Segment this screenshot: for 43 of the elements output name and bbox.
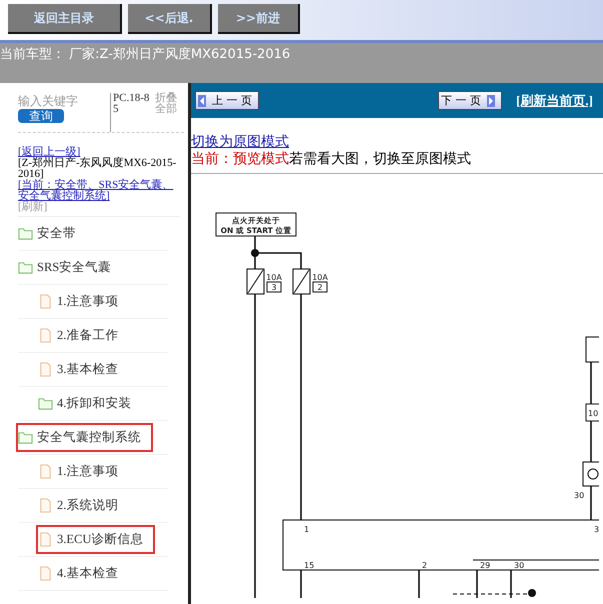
- pin-number: 2: [422, 561, 428, 570]
- preview-mode-notice: 当前：预览模式若需看大图，切换至原图模式: [191, 151, 472, 168]
- document-icon: [38, 328, 53, 343]
- original-mode-link[interactable]: 切换为原图模式: [191, 134, 289, 150]
- pin-number: 29: [480, 561, 490, 570]
- document-icon: [38, 464, 53, 479]
- current-path-link[interactable]: [当前：安全带、SRS安全气囊、安全气囊控制系统]: [18, 180, 180, 202]
- tree-item[interactable]: 安全带: [16, 219, 88, 248]
- tree-item[interactable]: 2.系统说明: [36, 491, 130, 520]
- pin-number: 15: [304, 561, 314, 570]
- current-model-text: 当前车型： 厂家:Z-郑州日产风度MX62015-2016: [0, 47, 290, 62]
- document-icon: [38, 532, 53, 547]
- right-arrow-icon: [487, 94, 496, 106]
- pin-number: 30: [574, 491, 584, 500]
- tree-item[interactable]: 4.基本检查: [36, 559, 130, 588]
- folder-icon: [18, 226, 33, 241]
- pin-number: 1: [304, 525, 310, 534]
- left-arrow-icon: [198, 94, 206, 106]
- pin-number: 3: [594, 525, 599, 534]
- refresh-page-link[interactable]: [刷新当前页.]: [516, 92, 593, 110]
- back-link[interactable]: [返回上一级]: [18, 146, 80, 158]
- folder-icon: [18, 430, 33, 445]
- search-button[interactable]: 查询: [18, 109, 64, 123]
- tree-item[interactable]: SRS安全气囊: [16, 253, 124, 282]
- page-code: PC.18-85: [110, 93, 151, 132]
- folder-icon: [18, 260, 33, 275]
- folder-icon: [38, 396, 53, 411]
- tree-item[interactable]: 3.基本检查: [36, 355, 130, 384]
- previous-page-button[interactable]: 上 一 页: [195, 91, 259, 110]
- next-page-button[interactable]: 下 一 页: [438, 91, 502, 110]
- tree-item[interactable]: 1.注意事项: [36, 457, 130, 486]
- document-icon: [38, 566, 53, 581]
- tree-item[interactable]: 4.拆卸和安装: [36, 389, 144, 418]
- pin-number: 30: [514, 561, 524, 570]
- connector-label: 10: [586, 404, 599, 422]
- document-icon: [38, 362, 53, 377]
- tree-item[interactable]: 3.ECU诊断信息: [36, 525, 156, 554]
- tree-item[interactable]: 1.注意事项: [36, 287, 130, 316]
- model-path: [Z-郑州日产-东风风度MX6-2015-2016]: [18, 158, 178, 180]
- tree-item[interactable]: 2.准备工作: [36, 321, 130, 350]
- document-icon: [38, 294, 53, 309]
- tree-item[interactable]: 安全气囊控制系统: [16, 423, 153, 452]
- document-icon: [38, 498, 53, 513]
